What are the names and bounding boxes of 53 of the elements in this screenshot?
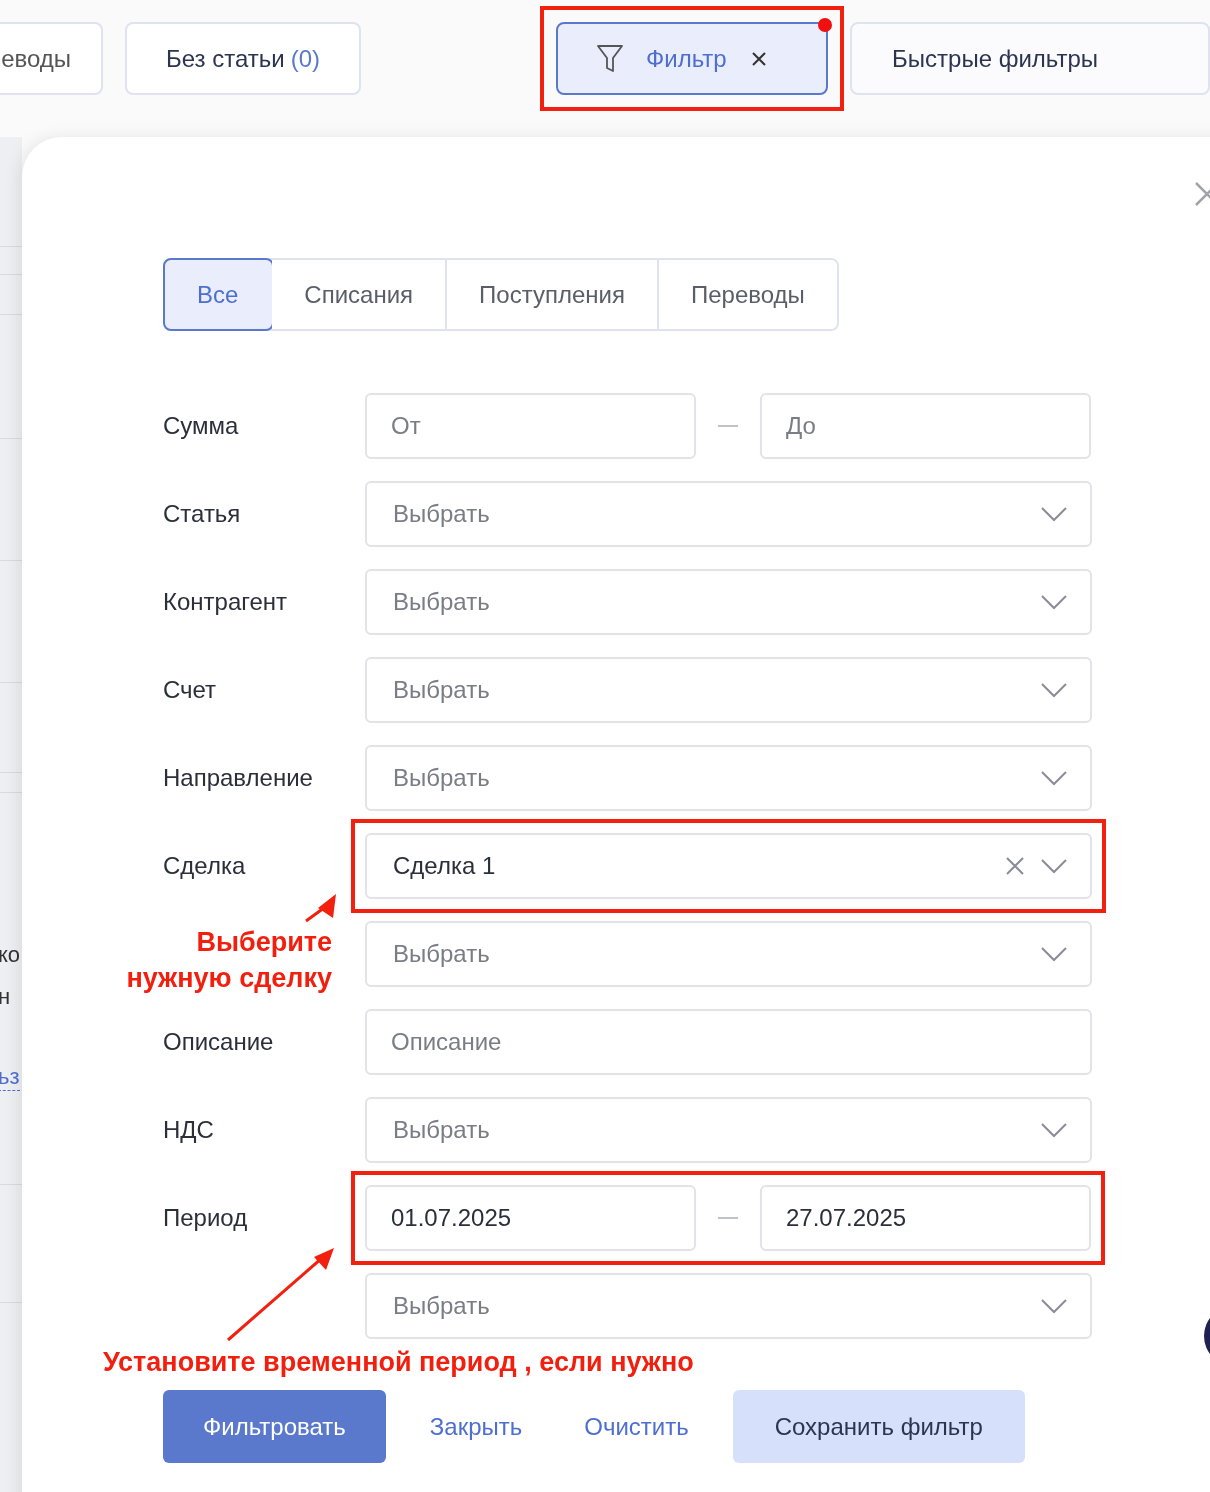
select-field[interactable]: Выбрать [365,569,1092,635]
field-label: Сумма [163,412,240,440]
link-button[interactable]: Очистить [584,1412,689,1441]
select-field[interactable]: Выбрать [365,657,1092,723]
select-field[interactable]: Выбрать [365,745,1092,811]
select-field[interactable]: Выбрать [365,481,1092,547]
chevron-down-icon [1040,506,1068,522]
field-label: Направление [163,764,314,792]
field-label: Сделка [163,852,247,880]
select-field[interactable]: Выбрать [365,1273,1092,1339]
clear-icon[interactable] [1006,857,1024,875]
chevron-down-icon [1040,594,1068,610]
input-field[interactable]: От [365,393,696,459]
filter-tab[interactable]: Без статьи (0) [125,22,362,95]
type-tab[interactable]: Списания [272,260,448,329]
count-label: (0) [290,44,321,73]
chevron-down-icon [1040,858,1068,874]
button-label: Фильтр [646,44,727,73]
text-fragment: ко [0,942,21,968]
annotation-text: Выберите нужную сделку [125,926,332,995]
close-icon[interactable] [752,51,767,66]
select-field[interactable]: Выбрать [365,1097,1092,1163]
button-label: Без статьи [166,44,285,73]
field-label: Контрагент [163,588,289,616]
field-label: Описание [163,1028,275,1056]
filter-apply-button[interactable]: Фильтровать [163,1390,386,1463]
input-field[interactable]: 01.07.2025 [365,1185,696,1251]
field-label: Период [163,1204,249,1232]
filter-tab[interactable]: Быстрые фильтры [850,22,1210,95]
dash-separator [718,425,738,427]
chevron-down-icon [1040,946,1068,962]
funnel-icon [596,43,625,74]
input-field[interactable]: До [760,393,1091,459]
chevron-down-icon [1040,682,1068,698]
annotation-arrow [305,894,336,923]
chevron-down-icon [1040,1298,1068,1314]
input-field[interactable]: Описание [365,1009,1092,1075]
chevron-down-icon [1040,1122,1068,1138]
field-label: Статья [163,500,242,528]
annotation-text: Установите временной период , если нужно [103,1347,694,1378]
link-text[interactable]: ьз [0,1064,20,1091]
field-label: НДС [163,1116,215,1144]
field-label: Счет [163,676,218,704]
chevron-down-icon [1040,770,1068,786]
select-field[interactable]: Выбрать [365,921,1092,987]
dash-separator [718,1217,738,1219]
type-tab[interactable]: Все [165,260,273,329]
input-field[interactable]: 27.07.2025 [760,1185,1091,1251]
text-fragment: н [0,984,11,1010]
save-filter-button[interactable]: Сохранить фильтр [732,1390,1025,1463]
select-field[interactable]: Сделка 1 [365,833,1092,899]
filter-tab[interactable]: еводы [0,22,104,95]
link-button[interactable]: Закрыть [429,1412,523,1441]
